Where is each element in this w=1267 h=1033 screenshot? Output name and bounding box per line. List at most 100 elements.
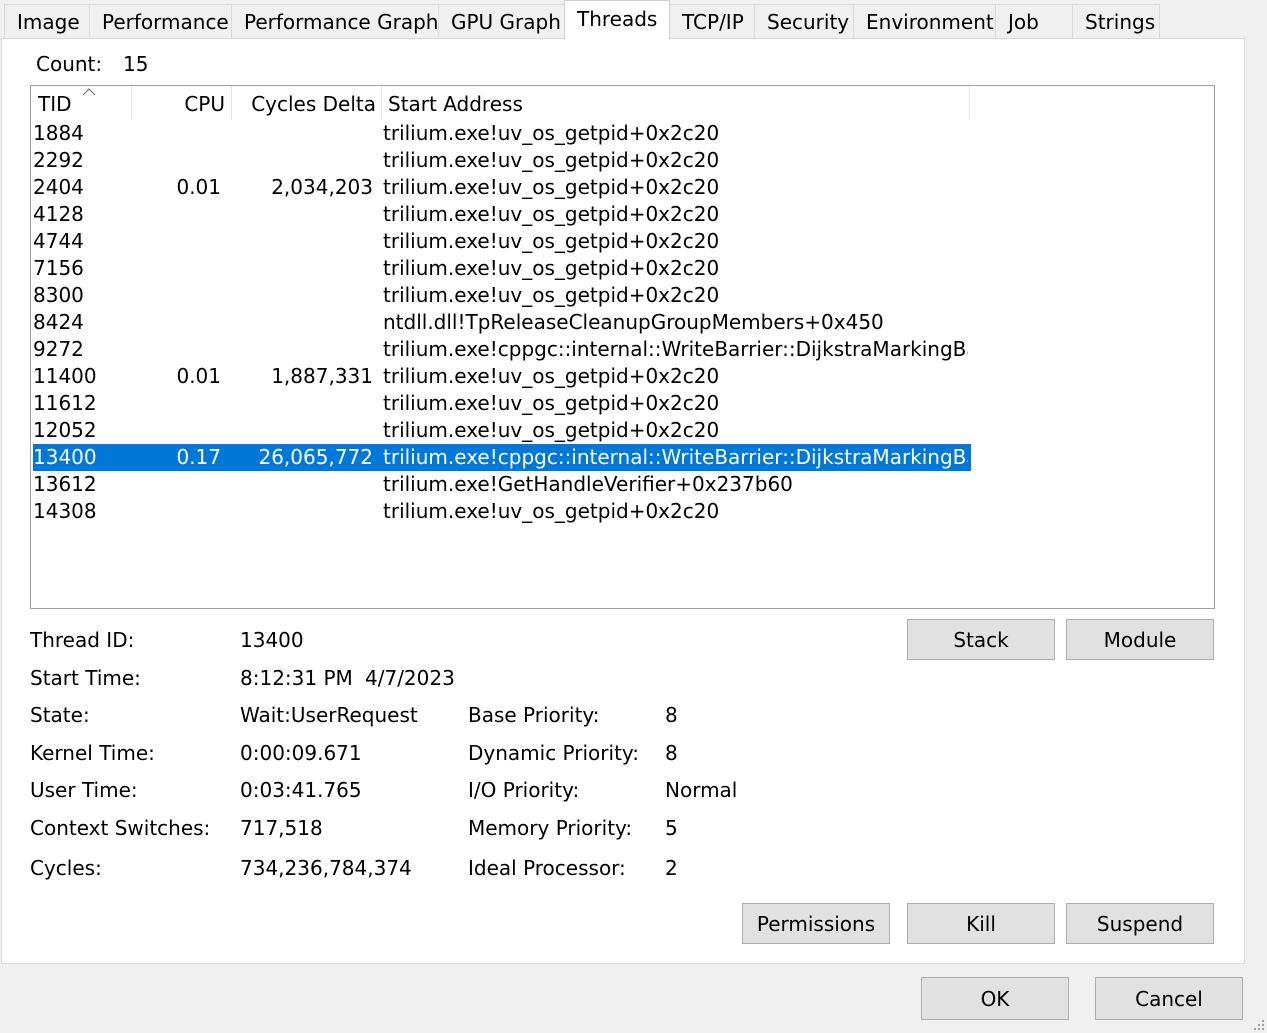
table-row[interactable]: 13612 trilium.exe!GetHandleVerifier+0x237… xyxy=(33,471,971,498)
tab-image[interactable]: Image xyxy=(4,4,90,38)
table-row[interactable]: 2292 trilium.exe!uv_os_getpid+0x2c20 xyxy=(33,147,971,174)
cell-start-address: trilium.exe!uv_os_getpid+0x2c20 xyxy=(383,121,720,145)
tab-strings[interactable]: Strings xyxy=(1072,4,1160,38)
cell-start-address: trilium.exe!uv_os_getpid+0x2c20 xyxy=(383,499,720,523)
cell-cpu: 0.01 xyxy=(176,175,221,199)
cell-tid: 4744 xyxy=(33,229,84,253)
cell-start-address: trilium.exe!GetHandleVerifier+0x237b60 xyxy=(383,472,793,496)
state-value: Wait:UserRequest xyxy=(240,703,418,727)
base-priority-value: 8 xyxy=(665,703,678,727)
io-priority-label: I/O Priority: xyxy=(468,778,580,802)
user-time-label: User Time: xyxy=(30,778,138,802)
dynamic-priority-value: 8 xyxy=(665,741,678,765)
table-row[interactable]: 12052 trilium.exe!uv_os_getpid+0x2c20 xyxy=(33,417,971,444)
cell-tid: 13400 xyxy=(33,445,97,469)
cell-start-address: trilium.exe!uv_os_getpid+0x2c20 xyxy=(383,283,720,307)
tab-performance-graph[interactable]: Performance Graph xyxy=(231,4,439,38)
cell-tid: 4128 xyxy=(33,202,84,226)
table-row[interactable]: 13400 0.17 26,065,772 trilium.exe!cppgc::in… xyxy=(33,444,971,471)
kill-button[interactable]: Kill xyxy=(907,903,1055,944)
cell-cpu: 0.17 xyxy=(176,445,221,469)
count-label: Count: xyxy=(36,52,103,76)
cell-tid: 2404 xyxy=(33,175,84,199)
state-label: State: xyxy=(30,703,90,727)
cell-cycles-delta: 26,065,772 xyxy=(258,445,373,469)
cell-start-address: trilium.exe!cppgc::internal::WriteBarrie… xyxy=(383,337,968,361)
count-value: 15 xyxy=(123,52,149,76)
table-row[interactable]: 4744 trilium.exe!uv_os_getpid+0x2c20 xyxy=(33,228,971,255)
cell-tid: 14308 xyxy=(33,499,97,523)
cell-tid: 8424 xyxy=(33,310,84,334)
tab-security[interactable]: Security xyxy=(754,4,854,38)
tab-job[interactable]: Job xyxy=(995,4,1073,38)
table-row[interactable]: 14308 trilium.exe!uv_os_getpid+0x2c20 xyxy=(33,498,971,525)
context-switches-value: 717,518 xyxy=(240,816,323,840)
memory-priority-label: Memory Priority: xyxy=(468,816,633,840)
column-header-tid-label: TID xyxy=(38,92,72,116)
sort-ascending-icon xyxy=(82,88,96,96)
table-row[interactable]: 4128 trilium.exe!uv_os_getpid+0x2c20 xyxy=(33,201,971,228)
cell-tid: 9272 xyxy=(33,337,84,361)
cell-start-address: trilium.exe!uv_os_getpid+0x2c20 xyxy=(383,202,720,226)
kernel-time-value: 0:00:09.671 xyxy=(240,741,362,765)
ideal-processor-value: 2 xyxy=(665,856,678,880)
cell-tid: 8300 xyxy=(33,283,84,307)
cell-start-address: trilium.exe!uv_os_getpid+0x2c20 xyxy=(383,418,720,442)
tab-environment[interactable]: Environment xyxy=(853,4,996,38)
cell-tid: 13612 xyxy=(33,472,97,496)
table-row[interactable]: 8300 trilium.exe!uv_os_getpid+0x2c20 xyxy=(33,282,971,309)
column-header-tid[interactable]: TID xyxy=(38,86,131,120)
table-row[interactable]: 11612 trilium.exe!uv_os_getpid+0x2c20 xyxy=(33,390,971,417)
tab-threads[interactable]: Threads xyxy=(564,0,670,40)
column-header-start-address[interactable]: Start Address xyxy=(388,86,968,120)
cell-cycles-delta: 2,034,203 xyxy=(271,175,373,199)
cell-start-address: trilium.exe!uv_os_getpid+0x2c20 xyxy=(383,256,720,280)
cell-tid: 7156 xyxy=(33,256,84,280)
column-header-cycles-delta[interactable]: Cycles Delta xyxy=(232,86,381,120)
table-row[interactable]: 9272 trilium.exe!cppgc::internal::WriteBa… xyxy=(33,336,971,363)
table-row[interactable]: 7156 trilium.exe!uv_os_getpid+0x2c20 xyxy=(33,255,971,282)
permissions-button[interactable]: Permissions xyxy=(742,903,890,944)
table-row[interactable]: 11400 0.01 1,887,331 trilium.exe!uv_os_getp… xyxy=(33,363,971,390)
cell-start-address: trilium.exe!uv_os_getpid+0x2c20 xyxy=(383,175,720,199)
table-row[interactable]: 8424 ntdll.dll!TpReleaseCleanupGroupMembe… xyxy=(33,309,971,336)
cycles-label: Cycles: xyxy=(30,856,102,880)
dynamic-priority-label: Dynamic Priority: xyxy=(468,741,640,765)
tab-performance[interactable]: Performance xyxy=(89,4,232,38)
resize-grip-icon[interactable] xyxy=(1251,1017,1265,1031)
cell-start-address: trilium.exe!uv_os_getpid+0x2c20 xyxy=(383,364,720,388)
suspend-button[interactable]: Suspend xyxy=(1066,903,1214,944)
cell-cpu: 0.01 xyxy=(176,364,221,388)
cell-tid: 1884 xyxy=(33,121,84,145)
context-switches-label: Context Switches: xyxy=(30,816,211,840)
cell-start-address: trilium.exe!uv_os_getpid+0x2c20 xyxy=(383,148,720,172)
user-time-value: 0:03:41.765 xyxy=(240,778,362,802)
table-row[interactable]: 1884 trilium.exe!uv_os_getpid+0x2c20 xyxy=(33,120,971,147)
cell-start-address: trilium.exe!cppgc::internal::WriteBarrie… xyxy=(383,445,968,469)
start-date-value: 4/7/2023 xyxy=(365,666,455,690)
base-priority-label: Base Priority: xyxy=(468,703,600,727)
cell-tid: 2292 xyxy=(33,148,84,172)
table-row[interactable]: 2404 0.01 2,034,203 trilium.exe!uv_os_getpi… xyxy=(33,174,971,201)
tab-tcpip[interactable]: TCP/IP xyxy=(669,4,755,38)
memory-priority-value: 5 xyxy=(665,816,678,840)
cancel-button[interactable]: Cancel xyxy=(1095,977,1243,1020)
ok-button[interactable]: OK xyxy=(921,977,1069,1020)
stack-button[interactable]: Stack xyxy=(907,619,1055,660)
kernel-time-label: Kernel Time: xyxy=(30,741,155,765)
thread-id-value: 13400 xyxy=(240,628,304,652)
cell-tid: 11612 xyxy=(33,391,97,415)
start-time-value: 8:12:31 PM xyxy=(240,666,353,690)
io-priority-value: Normal xyxy=(665,778,738,802)
cycles-value: 734,236,784,374 xyxy=(240,856,412,880)
module-button[interactable]: Module xyxy=(1066,619,1214,660)
cell-start-address: trilium.exe!uv_os_getpid+0x2c20 xyxy=(383,391,720,415)
cell-tid: 11400 xyxy=(33,364,97,388)
cell-tid: 12052 xyxy=(33,418,97,442)
cell-start-address: ntdll.dll!TpReleaseCleanupGroupMembers+0… xyxy=(383,310,884,334)
tab-gpu-graph[interactable]: GPU Graph xyxy=(438,4,565,38)
cell-start-address: trilium.exe!uv_os_getpid+0x2c20 xyxy=(383,229,720,253)
column-header-cpu[interactable]: CPU xyxy=(132,86,231,120)
start-time-label: Start Time: xyxy=(30,666,141,690)
threads-list[interactable]: TID CPU Cycles Delta Start Address 1884 t… xyxy=(30,85,1215,609)
